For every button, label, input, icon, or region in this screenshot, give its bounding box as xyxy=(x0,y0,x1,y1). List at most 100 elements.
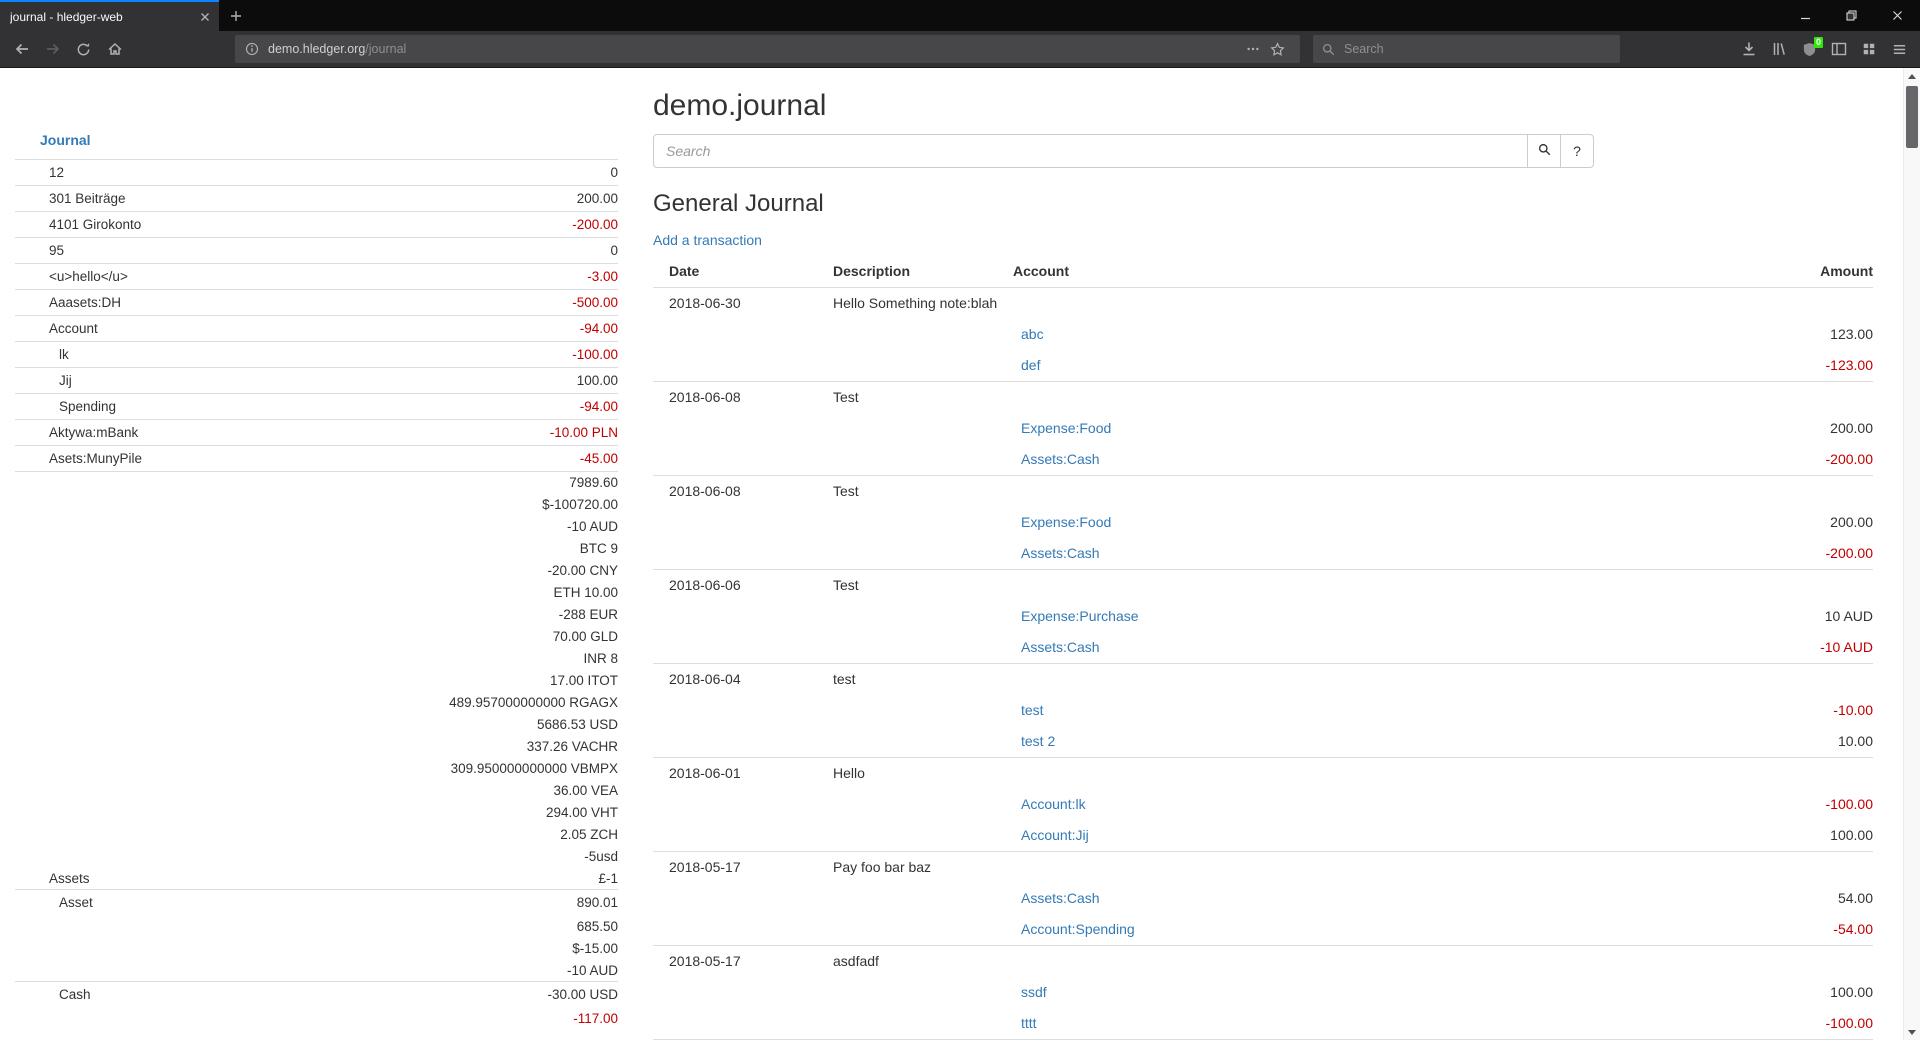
posting-row: Expense:Food200.00 xyxy=(653,413,1873,444)
posting-amount: -100.00 xyxy=(1633,789,1873,820)
page-actions-icon[interactable] xyxy=(1241,42,1265,56)
sidebar-account-link[interactable]: Aktywa:mBank xyxy=(15,425,138,440)
sidebar: Journal 120301 Beiträge200.004101 Giroko… xyxy=(15,68,618,1029)
url-bar[interactable]: demo.hledger.org/journal xyxy=(235,35,1300,63)
col-header-amount: Amount xyxy=(1633,256,1873,288)
transaction-date: 2018-06-30 xyxy=(653,288,823,320)
posting-row: Assets:Cash54.00 xyxy=(653,883,1873,914)
sidebar-account-link[interactable]: Account xyxy=(15,321,98,336)
transaction-description: Test xyxy=(823,382,1003,414)
posting-account-link[interactable]: ssdf xyxy=(1021,984,1047,1000)
grid-icon[interactable] xyxy=(1854,35,1884,64)
window-restore-button[interactable] xyxy=(1828,0,1874,31)
posting-account-link[interactable]: test 2 xyxy=(1021,733,1055,749)
sidebar-balance-amount: BTC 9 xyxy=(580,541,618,556)
sidebar-balance-line: 5686.53 USD xyxy=(15,713,618,735)
sidebar-account-link[interactable]: 95 xyxy=(15,243,64,258)
browser-tab[interactable]: journal - hledger-web xyxy=(0,0,219,31)
posting-account-link[interactable]: Account:Jij xyxy=(1021,827,1089,843)
window-minimize-button[interactable] xyxy=(1782,0,1828,31)
tab-close-icon[interactable] xyxy=(197,9,213,25)
browser-window: journal - hledger-web xyxy=(0,0,1920,1040)
sidebar-account-link[interactable]: 301 Beiträge xyxy=(15,191,126,206)
toolbar-icons: 0 xyxy=(1734,35,1914,64)
posting-row: Account:lk -100.00 xyxy=(653,789,1873,820)
search-help-button[interactable]: ? xyxy=(1560,134,1594,168)
sidebar-balance-amount: 0 xyxy=(610,243,618,258)
posting-account-link[interactable]: Assets:Cash xyxy=(1021,451,1100,467)
sidebar-balance-amount: -117.00 xyxy=(573,1011,618,1026)
bookmark-star-icon[interactable] xyxy=(1265,42,1290,57)
site-info-icon[interactable] xyxy=(245,42,259,56)
sidebar-account-row: 4101 Girokonto-200.00 xyxy=(15,211,618,237)
forward-button[interactable] xyxy=(37,35,68,64)
sidebar-account-link[interactable]: Asset xyxy=(15,895,93,910)
scrollbar-up-icon[interactable] xyxy=(1904,68,1920,84)
journal-search: ? xyxy=(653,134,1594,168)
posting-amount: 100.00 xyxy=(1633,977,1873,1008)
library-icon[interactable] xyxy=(1764,35,1794,64)
sidebar-account-link[interactable]: Assets xyxy=(15,871,90,886)
browser-toolbar: demo.hledger.org/journal xyxy=(0,31,1920,68)
downloads-icon[interactable] xyxy=(1734,35,1764,64)
sidebar-balance-amount: $-100720.00 xyxy=(542,497,618,512)
sidebar-balance-amount: -500.00 xyxy=(572,295,618,310)
posting-amount: 100.00 xyxy=(1633,820,1873,852)
add-transaction-link[interactable]: Add a transaction xyxy=(653,232,762,248)
new-tab-button[interactable] xyxy=(219,0,253,31)
posting-account-link[interactable]: test xyxy=(1021,702,1044,718)
scrollbar-down-icon[interactable] xyxy=(1904,1024,1920,1040)
sidebar-account-link[interactable]: lk xyxy=(15,347,69,362)
page-title: demo.journal xyxy=(653,88,1873,124)
sidebar-balance-line: -288 EUR xyxy=(15,603,618,625)
scrollbar-thumb[interactable] xyxy=(1906,86,1918,148)
reload-button[interactable] xyxy=(68,35,99,64)
posting-account-link[interactable]: Expense:Purchase xyxy=(1021,608,1139,624)
sidebar-account-link[interactable]: Spending xyxy=(15,399,116,414)
sidebar-balance-amount: -94.00 xyxy=(580,321,618,336)
page-scrollbar[interactable] xyxy=(1903,68,1920,1040)
browser-search-input[interactable] xyxy=(1342,41,1611,57)
transaction-date: 2018-05-17 xyxy=(653,946,823,978)
sidebar-balance-amount: 5686.53 USD xyxy=(537,717,618,732)
tab-title: journal - hledger-web xyxy=(10,10,197,24)
menu-icon[interactable] xyxy=(1884,35,1914,64)
sidebar-balance-amount: -10 AUD xyxy=(567,963,618,978)
home-button[interactable] xyxy=(99,35,130,64)
sidebar-account-link[interactable]: 4101 Girokonto xyxy=(15,217,141,232)
sidebar-account-link[interactable]: <u>hello</u> xyxy=(15,269,128,284)
sidebar-account-link[interactable]: Cash xyxy=(15,987,91,1002)
sidebar-balance-amount: 890.01 xyxy=(577,895,618,910)
posting-account-link[interactable]: Expense:Food xyxy=(1021,420,1111,436)
sidebar-account-link[interactable]: Asets:MunyPile xyxy=(15,451,142,466)
sidebar-account-link[interactable]: Jij xyxy=(15,373,72,388)
sidebar-account-link[interactable]: 12 xyxy=(15,165,64,180)
col-header-date: Date xyxy=(653,256,823,288)
posting-row: def-123.00 xyxy=(653,350,1873,382)
url-path: /journal xyxy=(365,42,406,56)
posting-account-link[interactable]: tttt xyxy=(1021,1015,1037,1031)
posting-account-link[interactable]: Assets:Cash xyxy=(1021,639,1100,655)
posting-account-link[interactable]: Account:Spending xyxy=(1021,921,1135,937)
journal-search-button[interactable] xyxy=(1527,134,1561,168)
posting-account-link[interactable]: Account:lk xyxy=(1021,796,1086,812)
posting-account-link[interactable]: Expense:Food xyxy=(1021,514,1111,530)
sidebar-toggle-icon[interactable] xyxy=(1824,35,1854,64)
posting-account-link[interactable]: Assets:Cash xyxy=(1021,545,1100,561)
sidebar-balance-amount: -45.00 xyxy=(580,451,618,466)
sidebar-account-row: Cash-30.00 USD xyxy=(15,981,618,1007)
posting-account-link[interactable]: Assets:Cash xyxy=(1021,890,1100,906)
url-text: demo.hledger.org/journal xyxy=(268,42,406,56)
journal-search-input[interactable] xyxy=(653,134,1528,168)
sidebar-account-link[interactable]: Aaasets:DH xyxy=(15,295,121,310)
window-close-button[interactable] xyxy=(1874,0,1920,31)
posting-account-link[interactable]: def xyxy=(1021,357,1040,373)
extension-icon[interactable]: 0 xyxy=(1794,35,1824,64)
sidebar-journal-link[interactable]: Journal xyxy=(15,130,618,150)
back-button[interactable] xyxy=(6,35,37,64)
browser-search-field[interactable] xyxy=(1313,35,1620,63)
journal-table: Date Description Account Amount 2018-06-… xyxy=(653,256,1873,1040)
posting-amount: -200.00 xyxy=(1633,444,1873,476)
sidebar-account-row: 301 Beiträge200.00 xyxy=(15,185,618,211)
posting-account-link[interactable]: abc xyxy=(1021,326,1044,342)
